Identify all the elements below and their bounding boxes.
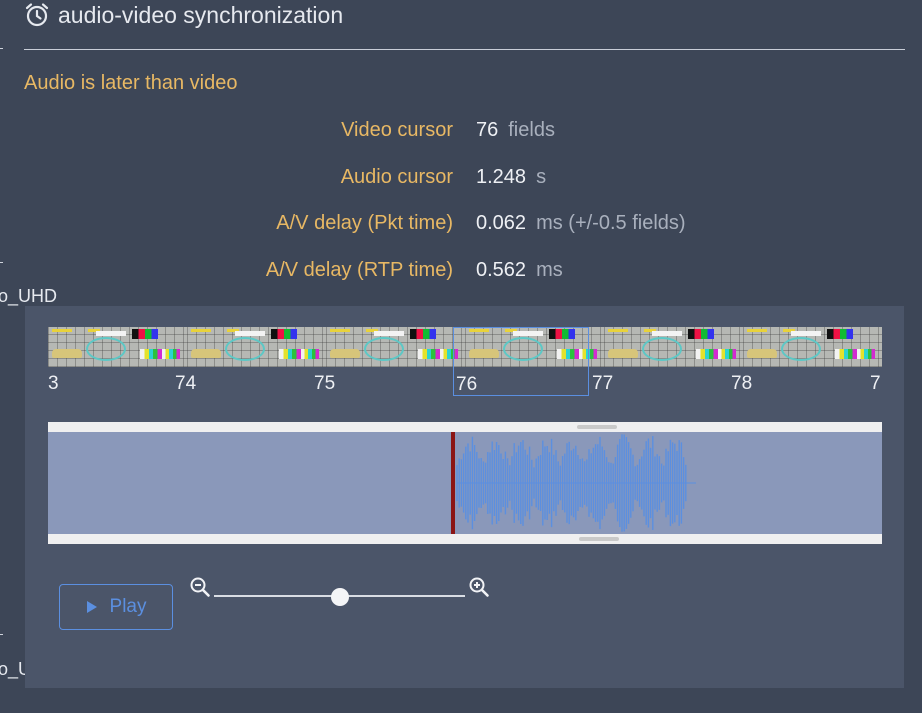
video-frame-thumbnail[interactable] — [48, 327, 187, 367]
alarm-clock-icon — [25, 3, 49, 27]
frame-detail — [86, 337, 126, 361]
waveform-resize-handle-bottom[interactable] — [579, 537, 619, 541]
header-divider — [24, 49, 905, 50]
page-title: audio-video synchronization — [58, 1, 344, 28]
timeline-tick-selected: 76 — [456, 374, 478, 395]
video-cursor-row: Video cursor 76 fields — [0, 115, 922, 145]
av-delay-rtp-row: A/V delay (RTP time) 0.562 ms — [0, 255, 922, 285]
audio-waveform[interactable] — [48, 432, 882, 534]
frame-detail — [791, 331, 821, 336]
frame-detail — [162, 349, 180, 359]
field-unit: fields — [508, 119, 555, 141]
frame-detail — [330, 349, 360, 358]
video-frame-thumbnail[interactable] — [187, 327, 326, 367]
frame-detail — [191, 329, 211, 332]
timeline-tick: 78 — [731, 373, 753, 394]
video-frame-thumbnail[interactable] — [604, 327, 743, 367]
timeline-tick: 3 — [48, 373, 59, 394]
frame-detail — [364, 337, 404, 361]
frame-detail — [718, 349, 736, 359]
play-icon — [86, 601, 97, 613]
frame-detail — [279, 349, 301, 359]
timeline-tick: 7 — [870, 373, 881, 394]
field-label: Audio cursor — [340, 166, 453, 188]
frame-detail — [191, 349, 221, 358]
field-unit: s — [536, 166, 547, 188]
frame-detail — [225, 337, 265, 361]
frame-detail — [140, 349, 162, 359]
zoom-out-icon[interactable] — [189, 576, 211, 598]
sync-warning: Audio is later than video — [24, 72, 238, 94]
left-edge-label: o_UHD — [0, 286, 58, 306]
frame-detail — [330, 329, 350, 332]
frame-detail — [52, 329, 72, 332]
timeline-tick: 75 — [314, 373, 336, 394]
play-button-label: Play — [109, 596, 147, 617]
frame-detail — [857, 349, 875, 359]
frame-detail — [418, 349, 440, 359]
field-value: 0.562 ms — [476, 259, 563, 281]
field-value: 76 fields — [476, 119, 555, 141]
frame-detail — [374, 331, 404, 336]
zoom-in-icon[interactable] — [468, 576, 490, 598]
frame-detail — [96, 331, 126, 336]
frame-detail — [696, 349, 718, 359]
frame-detail — [781, 337, 821, 361]
timeline-tick: 74 — [175, 373, 197, 394]
frame-detail — [301, 349, 319, 359]
frame-detail — [608, 329, 628, 332]
frame-detail — [271, 329, 297, 339]
av-delay-pkt-row: A/V delay (Pkt time) 0.062 ms (+/-0.5 fie… — [0, 208, 922, 238]
video-frame-thumbnail[interactable] — [743, 327, 882, 367]
frame-detail — [410, 329, 436, 339]
zoom-slider-knob[interactable] — [330, 588, 349, 606]
waveform-resize-handle-top[interactable] — [577, 425, 617, 429]
field-label: A/V delay (Pkt time) — [276, 212, 453, 234]
frame-detail — [652, 331, 682, 336]
audio-cursor-row: Audio cursor 1.248 s — [0, 162, 922, 192]
play-button[interactable]: Play — [59, 584, 173, 630]
frame-detail — [642, 337, 682, 361]
field-label: A/V delay (RTP time) — [265, 259, 453, 281]
field-unit: ms (+/-0.5 fields) — [536, 212, 686, 234]
field-value: 1.248 s — [476, 166, 547, 188]
left-edge-tick — [0, 48, 3, 49]
frame-detail — [235, 331, 265, 336]
timeline-tick: 77 — [592, 373, 614, 394]
frame-detail — [132, 329, 158, 339]
frame-detail — [52, 349, 82, 358]
frame-detail — [608, 349, 638, 358]
waveform-svg — [456, 434, 696, 532]
field-unit: ms — [536, 259, 563, 281]
field-value: 0.062 ms (+/-0.5 fields) — [476, 212, 686, 234]
video-frame-thumbnail[interactable] — [326, 327, 465, 367]
frame-detail — [835, 349, 857, 359]
frame-detail — [747, 329, 767, 332]
section-header: audio-video synchronization — [24, 0, 343, 30]
field-label: Video cursor — [341, 119, 453, 141]
frame-detail — [688, 329, 714, 339]
frame-detail — [747, 349, 777, 358]
left-edge-tick — [0, 634, 3, 635]
frame-detail — [827, 329, 853, 339]
audio-cursor-marker[interactable] — [451, 432, 455, 534]
